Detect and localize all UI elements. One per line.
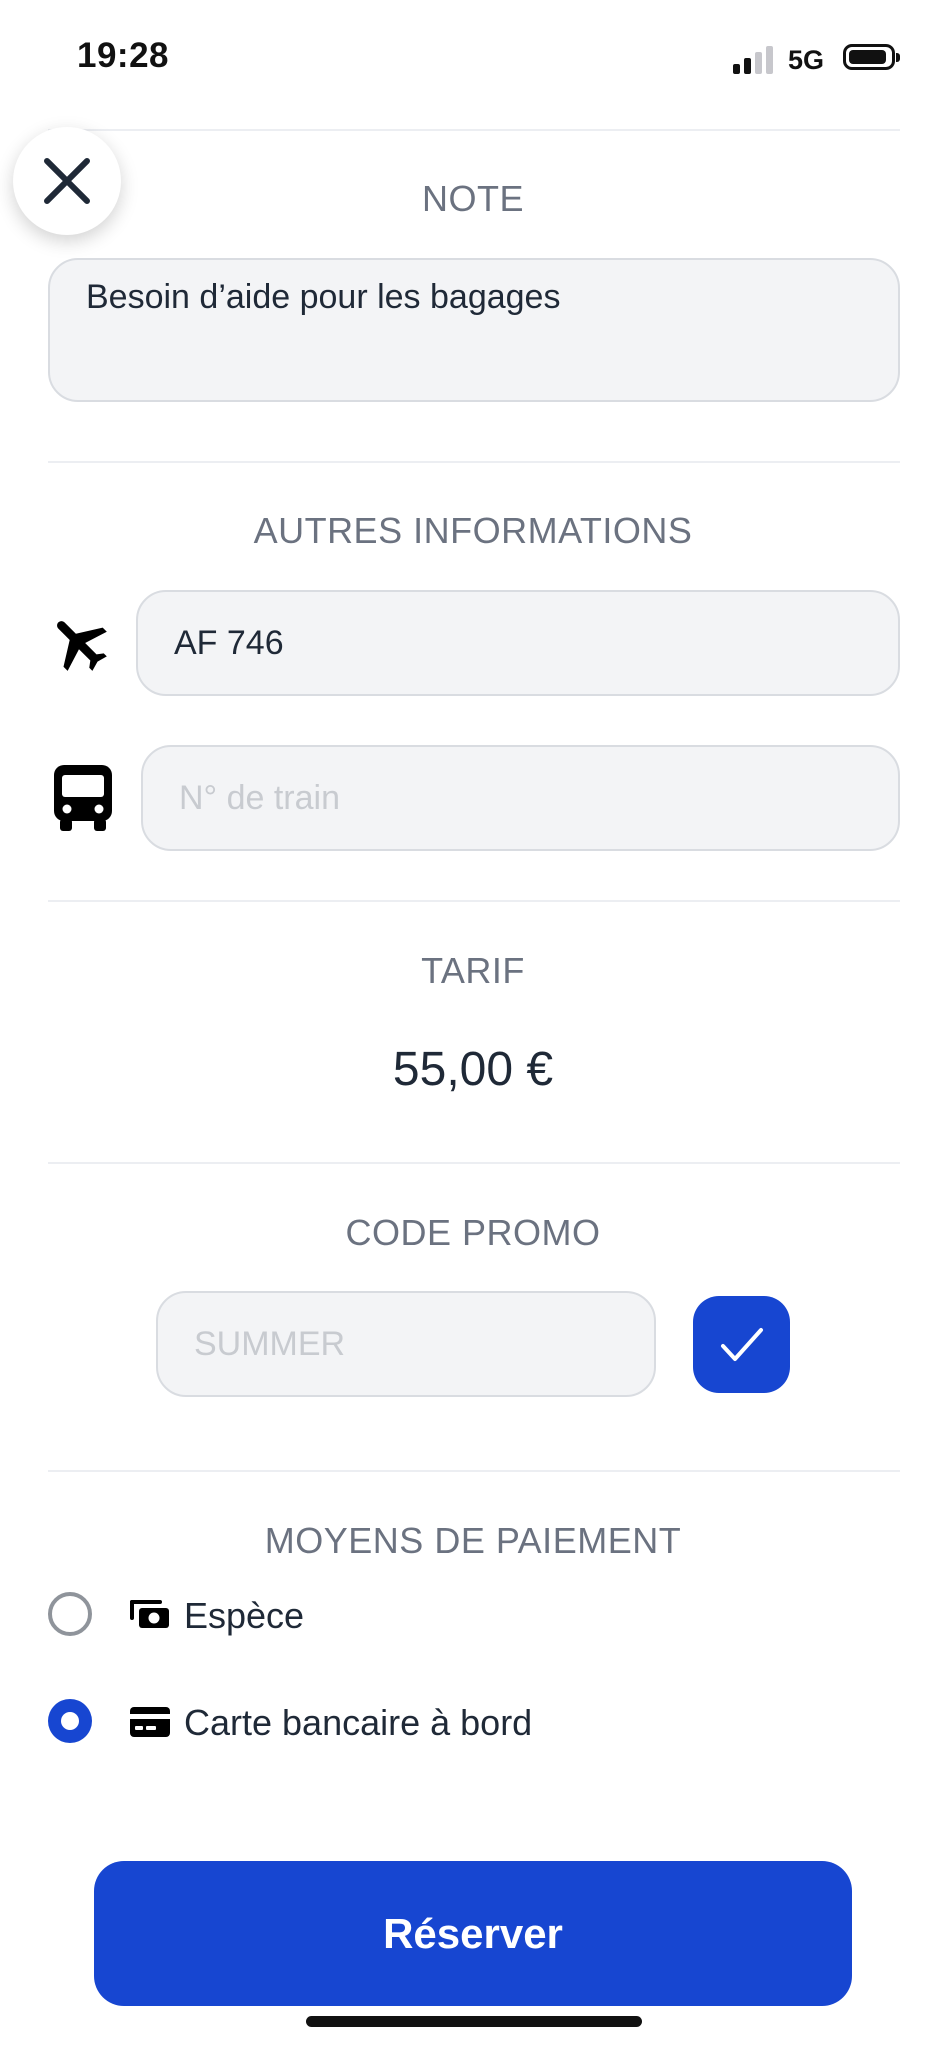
note-section-title: NOTE [421, 178, 524, 219]
train-number-input[interactable] [141, 745, 900, 851]
cell-signal-icon [733, 46, 773, 74]
divider [48, 1162, 900, 1164]
divider [48, 1470, 900, 1472]
radio-card[interactable] [48, 1699, 92, 1743]
battery-icon [843, 44, 900, 70]
payment-option-cash[interactable]: Espèce [48, 1592, 648, 1642]
credit-card-icon [130, 1707, 170, 1737]
price-value: 55,00 € [392, 1043, 554, 1096]
airplane-icon [57, 621, 107, 671]
payment-section-title: MOYENS DE PAIEMENT [264, 1520, 682, 1561]
other-info-section-title: AUTRES INFORMATIONS [253, 510, 693, 551]
cash-icon [130, 1600, 169, 1628]
divider [48, 900, 900, 902]
payment-option-label: Carte bancaire à bord [184, 1702, 533, 1743]
divider [48, 129, 900, 131]
payment-option-card[interactable]: Carte bancaire à bord [48, 1699, 748, 1749]
radio-cash[interactable] [48, 1592, 92, 1636]
payment-option-label: Espèce [184, 1595, 305, 1636]
note-textarea[interactable]: Besoin d’aide pour les bagages [48, 258, 900, 402]
promo-section-title: CODE PROMO [345, 1212, 601, 1253]
home-indicator [306, 2016, 642, 2027]
network-type: 5G [788, 45, 825, 75]
flight-number-input[interactable]: AF 746 [136, 590, 900, 696]
status-time: 19:28 [77, 36, 170, 75]
bus-icon [54, 765, 112, 831]
divider [48, 461, 900, 463]
reserve-button[interactable]: Réserver [94, 1861, 852, 2006]
checkmark-icon [720, 1327, 763, 1361]
promo-code-input[interactable] [156, 1291, 656, 1397]
tarif-section-title: TARIF [421, 950, 525, 991]
apply-promo-button[interactable] [693, 1296, 790, 1393]
